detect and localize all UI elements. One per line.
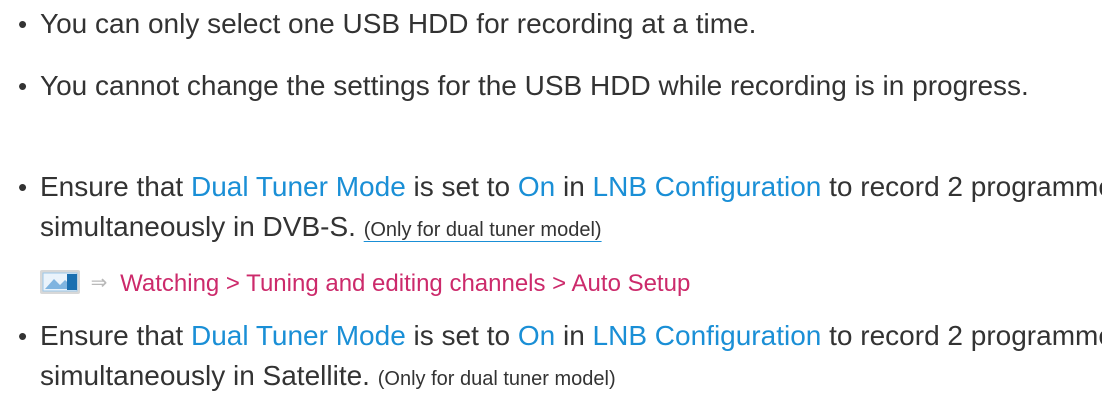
dual-tuner-mode-link[interactable]: Dual Tuner Mode xyxy=(191,320,406,351)
note-item: • You cannot change the settings for the… xyxy=(0,66,1102,106)
dual-tuner-mode-link[interactable]: Dual Tuner Mode xyxy=(191,171,406,202)
bullet: • xyxy=(18,71,28,101)
nav-path-text[interactable]: Watching > Tuning and editing channels >… xyxy=(120,270,690,297)
note-text-mid: is set to xyxy=(405,171,518,202)
note-text-mid: in xyxy=(555,320,593,351)
note-text: You can only select one USB HDD for reco… xyxy=(40,8,757,39)
bullet: • xyxy=(18,9,28,39)
note-text-pre: Ensure that xyxy=(40,171,191,202)
note-text-mid: is set to xyxy=(405,320,518,351)
note-text-mid: in xyxy=(555,171,593,202)
note-item: • Ensure that Dual Tuner Mode is set to … xyxy=(0,316,1102,399)
note-item: • You can only select one USB HDD for re… xyxy=(0,4,1102,44)
bullet: • xyxy=(18,321,28,351)
lnb-configuration-link[interactable]: LNB Configuration xyxy=(593,171,822,202)
arrow-right-icon: ⇒ xyxy=(90,272,108,294)
dual-tuner-note: (Only for dual tuner model) xyxy=(377,368,616,390)
bullet: • xyxy=(18,172,28,202)
nav-path[interactable]: ⇒ Watching > Tuning and editing channels… xyxy=(0,264,1102,304)
note-text: You cannot change the settings for the U… xyxy=(40,70,1029,101)
menu-screen-icon xyxy=(40,269,80,294)
on-link[interactable]: On xyxy=(518,171,555,202)
note-text-pre: Ensure that xyxy=(40,320,191,351)
on-link[interactable]: On xyxy=(518,320,555,351)
lnb-configuration-link[interactable]: LNB Configuration xyxy=(593,320,822,351)
dual-tuner-note: (Only for dual tuner model) xyxy=(363,219,602,241)
note-item: • Ensure that Dual Tuner Mode is set to … xyxy=(0,167,1102,250)
